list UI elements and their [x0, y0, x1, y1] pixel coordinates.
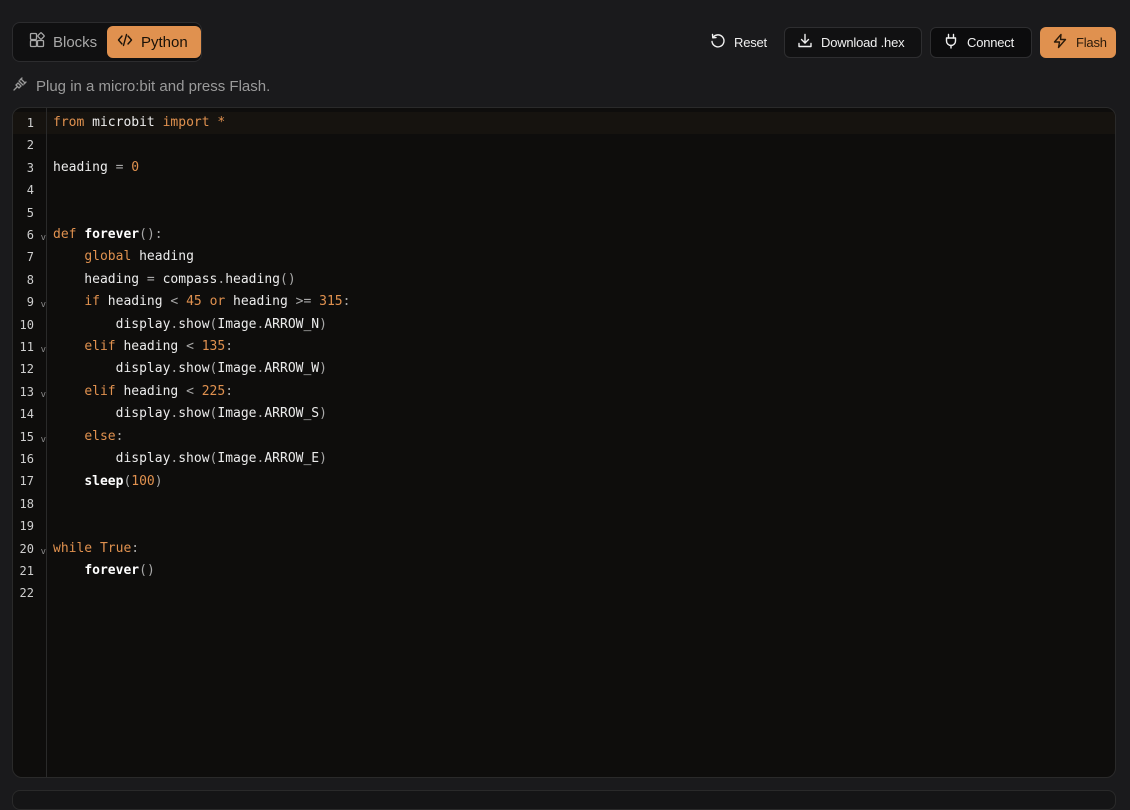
line-number: 11 v [13, 336, 47, 358]
line-number: 21 [19, 564, 34, 578]
reset-icon [710, 33, 726, 52]
line-number: 14 [19, 407, 34, 422]
status-message: Plug in a micro:bit and press Flash. [36, 77, 271, 95]
line-number: 6v [13, 224, 47, 246]
line-number: 10 [19, 317, 34, 332]
line-number: 12 [19, 362, 34, 377]
line-number: 2 [26, 138, 34, 153]
line-number: 20 v [13, 538, 47, 560]
connect-label: Connect [967, 35, 1015, 50]
reset-button[interactable]: Reset [698, 27, 776, 58]
connect-button[interactable]: Connect [930, 27, 1032, 58]
code-icon [117, 32, 133, 52]
line-number: 18 [19, 496, 34, 511]
line-number: 3 [26, 160, 34, 175]
mode-toggle: Blocks Python [12, 22, 202, 62]
reset-label: Reset [734, 35, 767, 50]
download-icon [797, 33, 813, 52]
lightning-icon [1052, 33, 1068, 52]
line-number: 16 [19, 452, 34, 466]
download-label: Download .hex [821, 35, 905, 50]
line-number: 15 v [13, 426, 47, 448]
python-mode-button[interactable]: Python [107, 26, 201, 58]
toolbar: Blocks Python Reset Download .hex Connec… [0, 0, 1130, 80]
unplugged-icon [12, 76, 28, 96]
line-number: 1 [26, 116, 34, 130]
bottom-panel [12, 790, 1116, 810]
line-number: 19 [19, 519, 34, 534]
code-content[interactable]: from microbit import * heading = 0 def f… [53, 112, 350, 583]
line-number: 8 [26, 272, 34, 287]
line-number: 5 [26, 205, 34, 220]
line-number: 17 [19, 474, 34, 489]
status-bar: Plug in a micro:bit and press Flash. [12, 76, 270, 96]
python-mode-label: Python [141, 33, 188, 51]
line-number: 4 [26, 183, 34, 198]
download-hex-button[interactable]: Download .hex [784, 27, 922, 58]
line-number: 22 [19, 586, 34, 601]
line-number-gutter: 1 2 3 4 5 6 v 7 8 9 v 10 11 v 12 13 v 14 15 v 16 17 18 19 20 v 21 2… [13, 108, 47, 777]
line-number: 13 v [13, 381, 47, 403]
blocks-mode-label: Blocks [53, 33, 98, 51]
line-number: 7 [26, 250, 34, 265]
line-number: 9v [13, 291, 47, 313]
plug-icon [943, 33, 959, 52]
code-editor[interactable]: 1 2 3 4 5 6 v 7 8 9 v 10 11 v 12 13 v 14 15 v 16 17 18 19 20 v 21 2… [12, 107, 1116, 778]
blocks-mode-button[interactable]: Blocks [19, 26, 109, 58]
blocks-icon [29, 32, 45, 52]
flash-button[interactable]: Flash [1040, 27, 1116, 58]
flash-label: Flash [1076, 35, 1107, 50]
